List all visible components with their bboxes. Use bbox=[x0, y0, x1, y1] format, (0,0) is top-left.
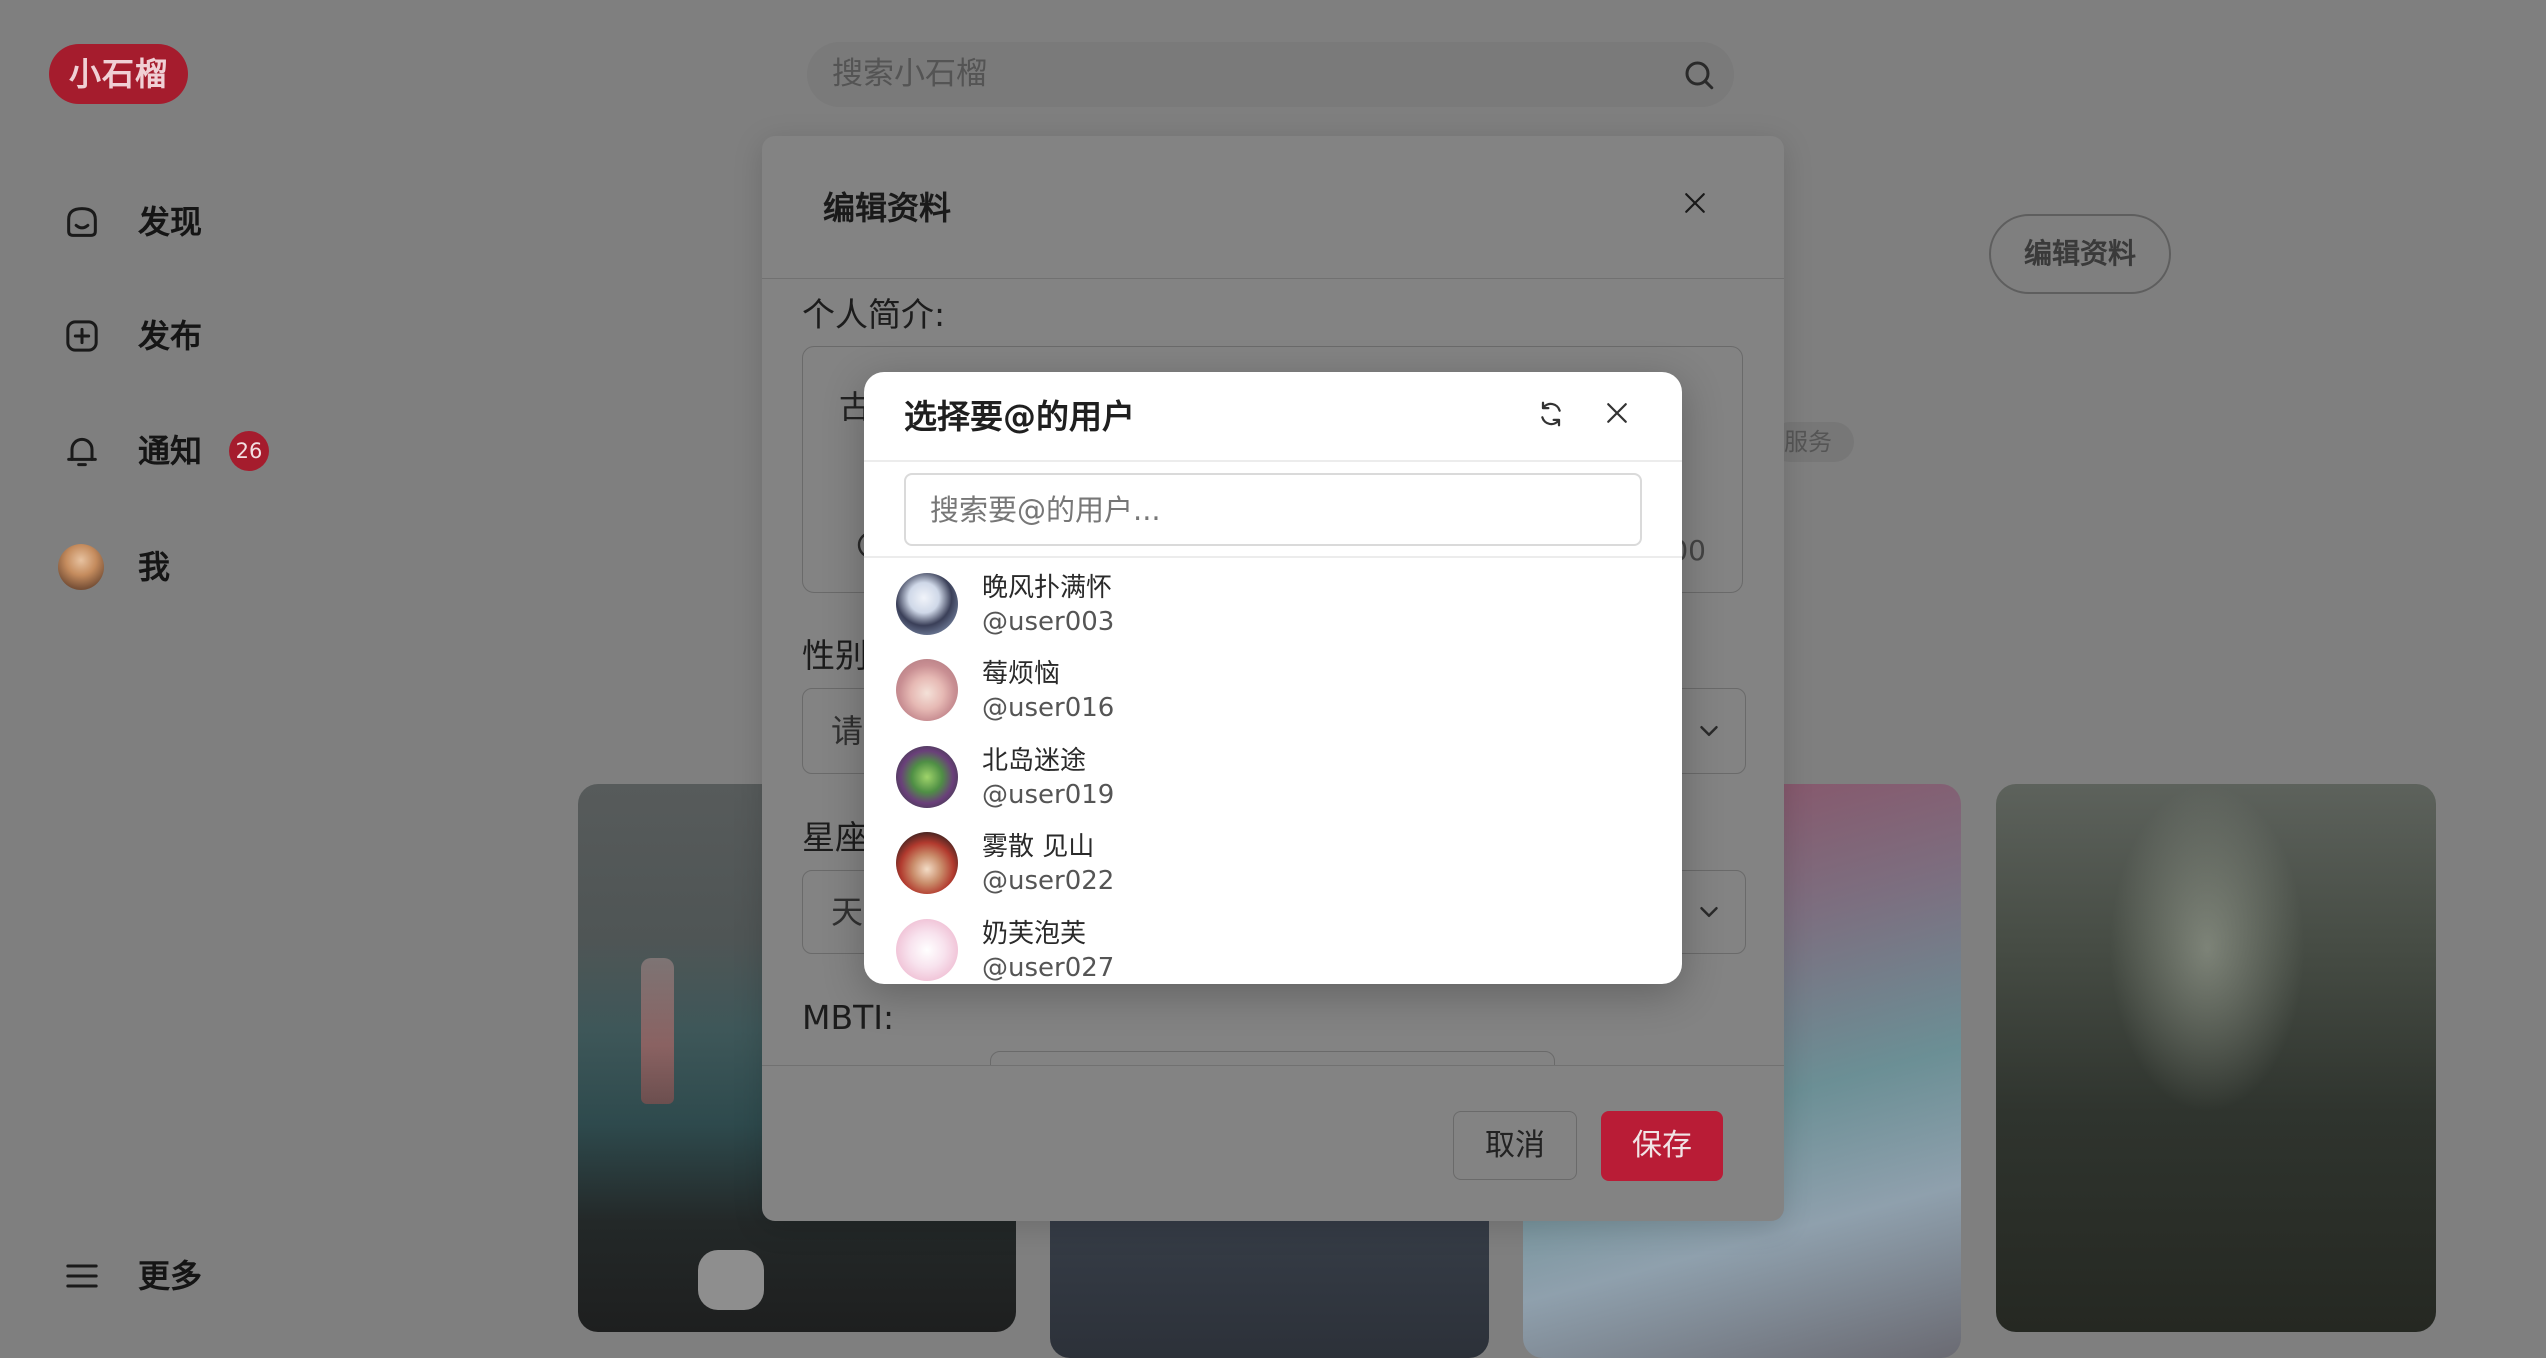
card-art-shoe bbox=[698, 1250, 764, 1310]
plus-square-icon bbox=[62, 316, 102, 356]
zodiac-value: 天 bbox=[831, 893, 864, 931]
card-art-bottle bbox=[641, 958, 674, 1104]
profile-tag-label: 服务 bbox=[1784, 428, 1832, 456]
mbti-label: MBTI: bbox=[802, 998, 895, 1037]
user-list-item[interactable]: 北岛迷途 @user019 bbox=[864, 734, 1682, 820]
app-logo[interactable]: 小石榴 bbox=[49, 44, 188, 104]
user-list-item[interactable]: 雾散 见山 @user022 bbox=[864, 820, 1682, 906]
cancel-button[interactable]: 取消 bbox=[1453, 1111, 1577, 1180]
user-name: 莓烦恼 bbox=[982, 659, 1061, 689]
top-search-bar[interactable]: 搜索小石榴 bbox=[807, 42, 1734, 107]
sidebar-item-label: 通知 bbox=[138, 432, 203, 470]
user-list-item[interactable]: 莓烦恼 @user016 bbox=[864, 647, 1682, 733]
sidebar-item-more[interactable]: 更多 bbox=[50, 1244, 310, 1308]
user-handle: @user003 bbox=[982, 607, 1115, 637]
dialog-title: 选择要@的用户 bbox=[904, 397, 1135, 436]
header-divider bbox=[864, 460, 1682, 462]
mbti-select[interactable] bbox=[990, 1051, 1555, 1065]
zodiac-label: 星座 bbox=[802, 818, 868, 857]
avatar bbox=[58, 544, 104, 590]
sidebar-item-label: 发布 bbox=[138, 317, 203, 355]
sidebar-item-label: 发现 bbox=[138, 203, 203, 241]
avatar bbox=[896, 832, 958, 894]
close-icon[interactable] bbox=[1680, 188, 1710, 218]
modal-title: 编辑资料 bbox=[823, 189, 952, 227]
bio-label: 个人简介: bbox=[802, 295, 946, 334]
gender-label: 性别 bbox=[802, 636, 868, 675]
avatar bbox=[896, 573, 958, 635]
avatar bbox=[896, 659, 958, 721]
mention-search-field[interactable] bbox=[904, 473, 1642, 546]
sidebar-item-notifications[interactable]: 通知 26 bbox=[50, 419, 310, 483]
mention-search-input[interactable] bbox=[906, 475, 1640, 544]
avatar bbox=[896, 746, 958, 808]
sidebar-item-label: 更多 bbox=[138, 1257, 203, 1295]
edit-profile-button[interactable]: 编辑资料 bbox=[1989, 214, 2171, 294]
user-handle: @user022 bbox=[982, 866, 1115, 896]
user-list[interactable]: 晚风扑满怀 @user003 莓烦恼 @user016 北岛迷途 @user01… bbox=[864, 559, 1682, 984]
user-name: 晚风扑满怀 bbox=[982, 573, 1113, 603]
user-handle: @user019 bbox=[982, 780, 1115, 810]
save-button[interactable]: 保存 bbox=[1601, 1111, 1723, 1181]
sidebar-item-publish[interactable]: 发布 bbox=[50, 304, 310, 368]
avatar bbox=[896, 919, 958, 981]
menu-icon bbox=[62, 1256, 102, 1296]
sidebar-item-label: 我 bbox=[138, 548, 171, 586]
search-placeholder: 搜索小石榴 bbox=[832, 56, 987, 92]
close-icon[interactable] bbox=[1602, 398, 1632, 428]
chevron-down-icon bbox=[1694, 897, 1724, 927]
gender-value: 请 bbox=[831, 712, 864, 750]
user-name: 奶芙泡芙 bbox=[982, 919, 1087, 949]
sidebar-item-discover[interactable]: 发现 bbox=[50, 190, 310, 254]
notification-badge: 26 bbox=[229, 431, 269, 471]
user-handle: @user016 bbox=[982, 693, 1115, 723]
mention-user-dialog: 选择要@的用户 晚风扑满怀 @user003 莓烦恼 @user016 北岛迷途… bbox=[864, 372, 1682, 984]
footer-divider bbox=[762, 1065, 1784, 1066]
home-icon bbox=[62, 202, 102, 242]
chevron-down-icon bbox=[1694, 716, 1724, 746]
sidebar-item-me[interactable]: 我 bbox=[50, 535, 310, 599]
search-icon[interactable] bbox=[1681, 57, 1717, 93]
user-name: 北岛迷途 bbox=[982, 746, 1087, 776]
user-name: 雾散 见山 bbox=[982, 832, 1095, 862]
bell-icon bbox=[62, 431, 102, 471]
feed-card-image[interactable] bbox=[1996, 784, 2436, 1332]
user-list-item[interactable]: 奶芙泡芙 @user027 bbox=[864, 907, 1682, 984]
user-handle: @user027 bbox=[982, 953, 1115, 983]
user-list-item[interactable]: 晚风扑满怀 @user003 bbox=[864, 561, 1682, 647]
refresh-icon[interactable] bbox=[1535, 398, 1567, 430]
search-divider bbox=[864, 556, 1682, 558]
